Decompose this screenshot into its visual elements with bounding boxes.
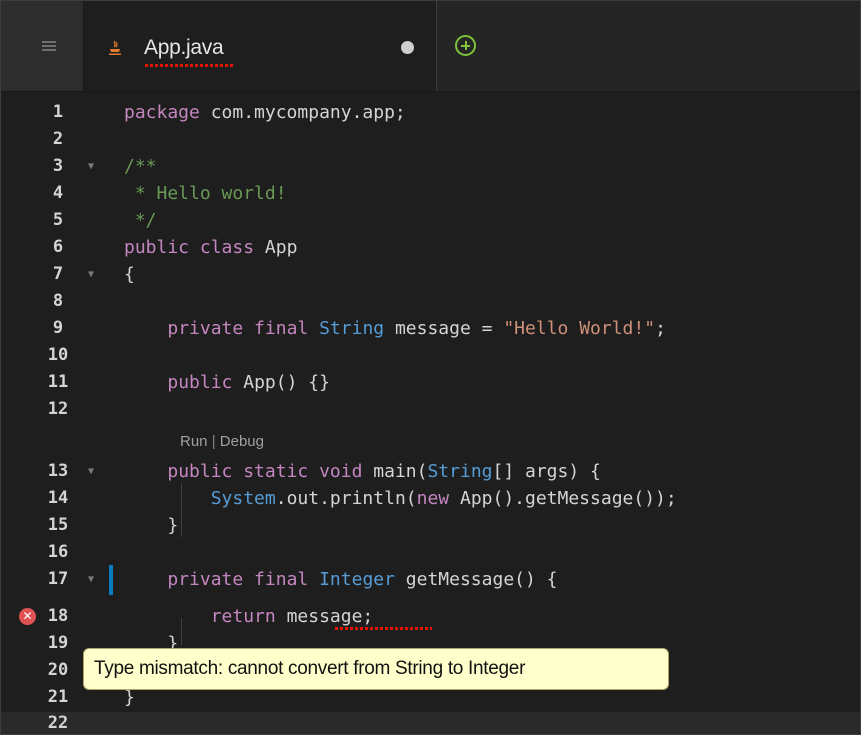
line-code: public App() {} <box>167 372 330 393</box>
code-line[interactable]: 2 <box>1 126 860 153</box>
tab-bar: App.java <box>1 1 860 92</box>
code-line[interactable]: 22 <box>1 710 860 734</box>
code-line[interactable]: 8 <box>1 288 860 315</box>
tab-app-java[interactable]: App.java <box>84 1 437 91</box>
line-code: System.out.println(new App().getMessage(… <box>210 488 677 509</box>
add-tab-icon[interactable] <box>455 35 476 56</box>
code-line[interactable]: 6 public class App <box>1 234 860 261</box>
line-number: 4 <box>52 183 64 203</box>
error-icon[interactable]: ✕ <box>19 608 36 625</box>
line-number: 9 <box>52 318 64 338</box>
fold-chevron-icon[interactable]: ▼ <box>88 153 94 180</box>
line-code: /** <box>124 156 157 177</box>
line-number: 12 <box>47 399 69 419</box>
line-code: public class App <box>124 237 298 258</box>
line-number: 16 <box>47 542 69 562</box>
line-code: private final Integer getMessage() { <box>167 569 558 590</box>
line-number: 5 <box>52 210 64 230</box>
line-code: * Hello world! <box>124 183 287 204</box>
editor-window: App.java 1 package com.mycompany.app; 2 … <box>0 0 861 735</box>
code-line[interactable]: 14 System.out.println(new App().getMessa… <box>1 485 860 512</box>
code-line[interactable]: 11 public App() {} <box>1 369 860 396</box>
line-number: 1 <box>52 102 64 122</box>
line-number: 21 <box>47 687 69 707</box>
tab-label: App.java <box>144 36 224 59</box>
code-line[interactable]: 17 ▼ private final Integer getMessage() … <box>1 566 860 593</box>
line-number: 8 <box>52 291 64 311</box>
code-line[interactable]: 5 */ <box>1 207 860 234</box>
line-number: 2 <box>52 129 64 149</box>
line-code: public static void main(String[] args) { <box>167 461 601 482</box>
fold-chevron-icon[interactable]: ▼ <box>88 566 94 593</box>
line-number: 19 <box>47 633 69 653</box>
line-code: */ <box>124 210 157 231</box>
code-line[interactable]: 9 private final String message = "Hello … <box>1 315 860 342</box>
spelling-squiggle <box>145 64 233 67</box>
line-code: { <box>124 264 135 285</box>
codelens-run[interactable]: Run <box>180 433 208 450</box>
line-number: 14 <box>47 488 69 508</box>
line-number: 22 <box>47 713 69 733</box>
code-line[interactable]: 16 <box>1 539 860 566</box>
codelens-separator: | <box>211 433 216 450</box>
unsaved-dot-icon[interactable] <box>401 41 414 54</box>
line-number: 7 <box>52 264 64 284</box>
code-line[interactable]: 7 ▼ { <box>1 261 860 288</box>
code-line[interactable]: 15 } <box>1 512 860 539</box>
codelens-debug[interactable]: Debug <box>220 433 264 450</box>
java-file-icon <box>109 40 121 55</box>
codelens: Run | Debug <box>180 433 264 450</box>
code-line[interactable]: 12 <box>1 396 860 423</box>
line-number: 13 <box>47 461 69 481</box>
line-number: 15 <box>47 515 69 535</box>
fold-chevron-icon[interactable]: ▼ <box>88 261 94 288</box>
menu-button[interactable] <box>1 1 84 91</box>
code-line[interactable]: 13 ▼ public static void main(String[] ar… <box>1 458 860 485</box>
error-squiggle <box>335 627 432 630</box>
line-number: 6 <box>52 237 64 257</box>
line-number: 18 <box>47 606 69 626</box>
code-line[interactable]: 10 <box>1 342 860 369</box>
fold-chevron-icon[interactable]: ▼ <box>88 458 94 485</box>
line-code: return message; <box>210 606 374 627</box>
line-number: 20 <box>47 660 69 680</box>
hamburger-icon <box>42 41 56 51</box>
error-tooltip: Type mismatch: cannot convert from Strin… <box>83 648 669 690</box>
code-line[interactable]: 3 ▼ /** <box>1 153 860 180</box>
line-code: } <box>124 515 179 536</box>
line-number: 10 <box>47 345 69 365</box>
line-number: 3 <box>52 156 64 176</box>
code-line[interactable]: 1 package com.mycompany.app; <box>1 99 860 126</box>
line-code: package com.mycompany.app; <box>124 102 406 123</box>
code-line[interactable]: 4 * Hello world! <box>1 180 860 207</box>
code-line[interactable]: 18 return message; <box>1 603 860 630</box>
line-number: 17 <box>47 569 69 589</box>
line-code: private final String message = "Hello Wo… <box>167 318 666 339</box>
line-number: 11 <box>47 372 69 392</box>
